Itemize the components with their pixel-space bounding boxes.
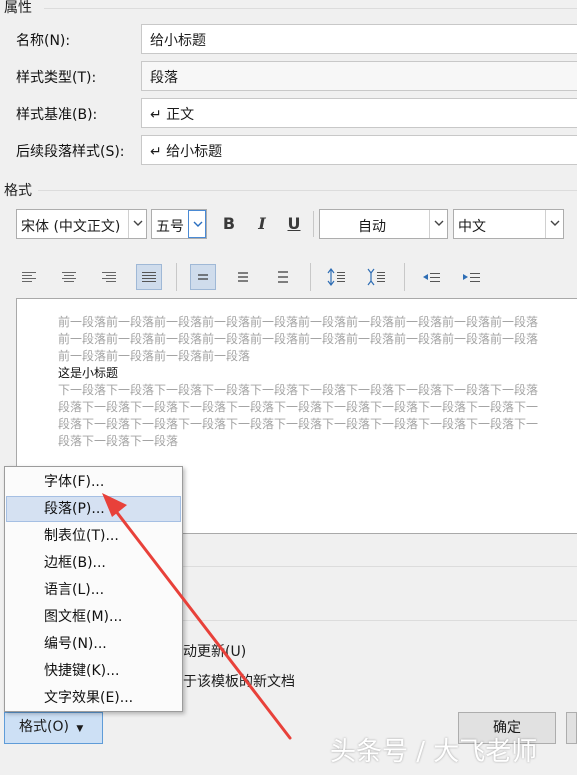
watermark-text: 头条号 / 大飞老师	[330, 737, 538, 767]
annotation-arrow	[102, 493, 292, 740]
